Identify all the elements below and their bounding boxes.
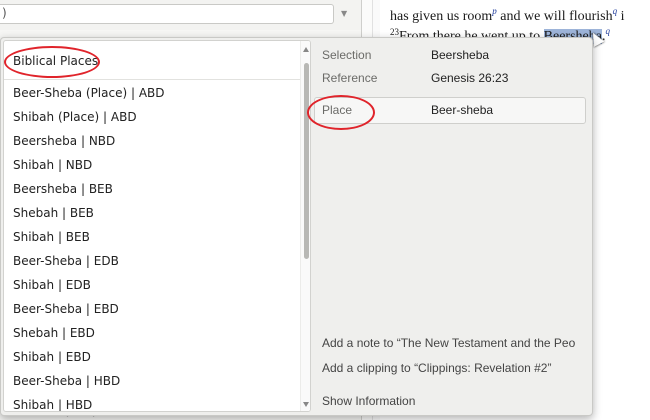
chevron-down-icon[interactable]: ▼	[341, 9, 347, 18]
annotation-circle-place	[307, 95, 375, 130]
list-scrollbar[interactable]	[300, 41, 310, 411]
verse-number: 23	[390, 26, 399, 37]
list-item[interactable]: Shibah | NBD	[4, 153, 300, 177]
reference-value: Genesis 26:23	[431, 71, 509, 85]
list-item[interactable]: Shibah | EDB	[4, 273, 300, 297]
selection-popup: Biblical Places Beer-Sheba (Place) | ABD…	[0, 37, 593, 416]
verse-text: i	[617, 9, 625, 24]
selection-label: Selection	[322, 48, 372, 62]
list-item[interactable]: Beersheba | NBD	[4, 129, 300, 153]
list-rows: Beer-Sheba (Place) | ABD Shibah (Place) |…	[4, 81, 300, 411]
list-item[interactable]: Shebah | EBD	[4, 321, 300, 345]
list-item[interactable]: Shibah | HBD	[4, 393, 300, 411]
list-item[interactable]: Shibah | EBD	[4, 345, 300, 369]
reference-label: Reference	[322, 71, 378, 85]
annotation-circle-list-title	[4, 46, 100, 78]
scroll-up-icon[interactable]	[303, 47, 309, 52]
list-item[interactable]: Beer-Sheba | EBD	[4, 297, 300, 321]
resource-list: Biblical Places Beer-Sheba (Place) | ABD…	[3, 40, 311, 412]
footnote-marker[interactable]: q	[605, 26, 610, 36]
list-item[interactable]: Shibah | BEB	[4, 225, 300, 249]
search-input[interactable]: )	[0, 4, 334, 24]
list-item[interactable]: Shibah (Place) | ABD	[4, 105, 300, 129]
scroll-thumb[interactable]	[304, 63, 309, 259]
list-item[interactable]: Beer-Sheba (Place) | ABD	[4, 81, 300, 105]
scroll-down-icon[interactable]	[303, 402, 309, 407]
list-item[interactable]: Beersheba | BEB	[4, 177, 300, 201]
list-item[interactable]: Beer-Sheba | HBD	[4, 369, 300, 393]
search-bar: ) ▼	[0, 0, 362, 30]
list-item[interactable]: Shebah | BEB	[4, 201, 300, 225]
add-note-action[interactable]: Add a note to “The New Testament and the…	[322, 336, 575, 350]
show-information-action[interactable]: Show Information	[322, 394, 415, 408]
list-item[interactable]: Beer-Sheba | EDB	[4, 249, 300, 273]
place-value: Beer-sheba	[431, 103, 494, 117]
add-clipping-action[interactable]: Add a clipping to “Clippings: Revelation…	[322, 361, 551, 375]
selection-value: Beersheba	[431, 48, 490, 62]
